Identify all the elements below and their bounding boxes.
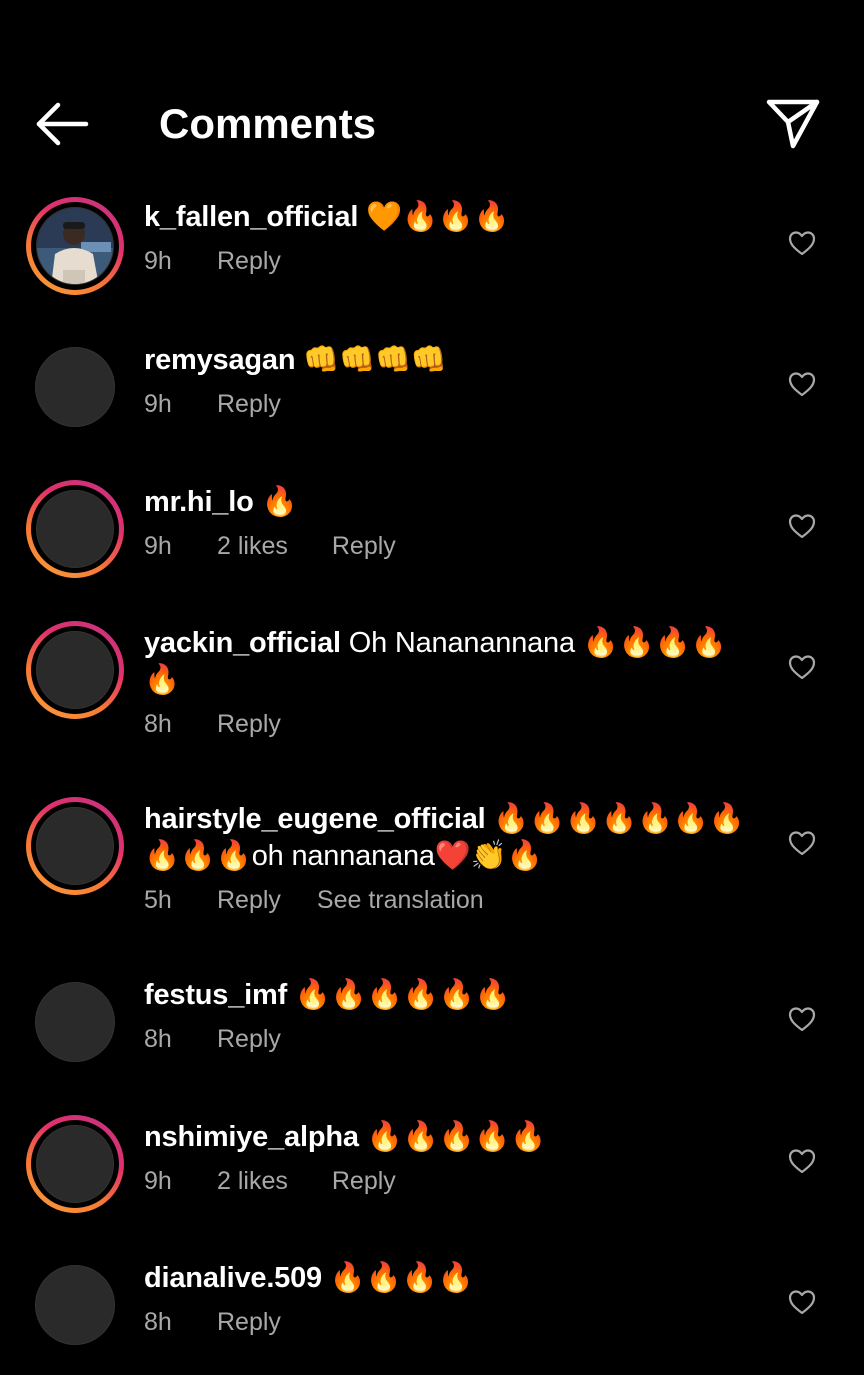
comment-time: 9h: [144, 247, 172, 275]
comment-item: dianalive.509 🔥🔥🔥🔥 8h Reply: [0, 1256, 864, 1375]
comment-body: 🧡🔥🔥🔥: [358, 201, 510, 233]
likes-count[interactable]: 2 likes: [217, 1166, 288, 1196]
comment-text: k_fallen_official 🧡🔥🔥🔥: [144, 199, 754, 236]
heart-icon[interactable]: [788, 1148, 816, 1174]
avatar[interactable]: [26, 480, 124, 578]
comment-meta: 5h Reply See translation: [144, 885, 754, 915]
comment-username[interactable]: k_fallen_official: [144, 201, 358, 233]
comment-text: nshimiye_alpha 🔥🔥🔥🔥🔥: [144, 1119, 754, 1156]
reply-button[interactable]: Reply: [217, 709, 281, 739]
comment-body: 🔥: [253, 486, 298, 518]
heart-icon[interactable]: [788, 654, 816, 680]
comment-meta: 9h Reply: [144, 389, 754, 419]
profile-photo: [35, 982, 115, 1062]
avatar[interactable]: [26, 973, 124, 1071]
comment-item: festus_imf 🔥🔥🔥🔥🔥🔥 8h Reply: [0, 973, 864, 1093]
comment-meta: 8h Reply: [144, 1307, 754, 1337]
avatar[interactable]: [26, 621, 124, 719]
comment-text: remysagan 👊👊👊👊: [144, 342, 754, 379]
comment-body: 🔥🔥🔥🔥🔥: [358, 1121, 547, 1153]
comment-text: mr.hi_lo 🔥: [144, 484, 754, 521]
profile-photo: [36, 490, 114, 568]
comment-text: festus_imf 🔥🔥🔥🔥🔥🔥: [144, 977, 754, 1014]
avatar[interactable]: [26, 1256, 124, 1354]
comment-item: yackin_official Oh Nananannana 🔥🔥🔥🔥🔥 8h R…: [0, 621, 864, 761]
comment-meta: 9h 2 likes Reply: [144, 1166, 754, 1196]
comment-username[interactable]: mr.hi_lo: [144, 486, 254, 518]
reply-button[interactable]: Reply: [217, 885, 281, 915]
comment-body: 🔥🔥🔥🔥: [321, 1262, 474, 1294]
heart-icon[interactable]: [788, 230, 816, 256]
comment-username[interactable]: dianalive.509: [144, 1262, 322, 1294]
heart-icon[interactable]: [788, 1289, 816, 1315]
comment-time: 8h: [144, 1308, 172, 1336]
reply-button[interactable]: Reply: [217, 389, 281, 419]
comment-body: 🔥🔥🔥🔥🔥🔥: [287, 979, 511, 1011]
reply-button[interactable]: Reply: [332, 531, 396, 561]
reply-button[interactable]: Reply: [217, 246, 281, 276]
reply-button[interactable]: Reply: [217, 1307, 281, 1337]
profile-photo: [35, 1265, 115, 1345]
comment-time: 9h: [144, 1167, 172, 1195]
back-button[interactable]: [30, 98, 90, 150]
comment-item: mr.hi_lo 🔥 9h 2 likes Reply: [0, 480, 864, 600]
heart-icon[interactable]: [788, 371, 816, 397]
comment-item: k_fallen_official 🧡🔥🔥🔥 9h Reply: [0, 197, 864, 317]
profile-photo: [36, 807, 114, 885]
avatar[interactable]: [26, 1115, 124, 1213]
comment-time: 9h: [144, 532, 172, 560]
see-translation-button[interactable]: See translation: [317, 885, 484, 915]
comment-time: 8h: [144, 1025, 172, 1053]
comment-time: 5h: [144, 886, 172, 914]
profile-photo-image: [37, 208, 113, 284]
profile-photo: [36, 207, 114, 285]
avatar[interactable]: [26, 197, 124, 295]
comment-meta: 9h Reply: [144, 246, 754, 276]
heart-icon[interactable]: [788, 1006, 816, 1032]
comment-meta: 9h 2 likes Reply: [144, 531, 754, 561]
page-title: Comments: [159, 100, 377, 147]
profile-photo: [35, 347, 115, 427]
comment-body: 👊👊👊👊: [295, 344, 447, 376]
comment-item: nshimiye_alpha 🔥🔥🔥🔥🔥 9h 2 likes Reply: [0, 1115, 864, 1235]
arrow-left-icon: [36, 102, 89, 146]
avatar[interactable]: [26, 797, 124, 895]
profile-photo: [36, 1125, 114, 1203]
paper-plane-icon: [766, 99, 820, 149]
comment-text: hairstyle_eugene_official 🔥🔥🔥🔥🔥🔥🔥🔥🔥🔥oh n…: [144, 801, 754, 875]
comment-item: hairstyle_eugene_official 🔥🔥🔥🔥🔥🔥🔥🔥🔥🔥oh n…: [0, 797, 864, 937]
heart-icon[interactable]: [788, 513, 816, 539]
comment-meta: 8h Reply: [144, 709, 754, 739]
comment-username[interactable]: remysagan: [144, 344, 296, 376]
heart-icon[interactable]: [788, 830, 816, 856]
avatar[interactable]: [26, 338, 124, 436]
share-button[interactable]: [764, 96, 822, 152]
comment-text: yackin_official Oh Nananannana 🔥🔥🔥🔥🔥: [144, 625, 754, 699]
comment-username[interactable]: yackin_official: [144, 627, 341, 659]
profile-photo: [36, 631, 114, 709]
comment-time: 8h: [144, 710, 172, 738]
comment-username[interactable]: festus_imf: [144, 979, 287, 1011]
comment-text: dianalive.509 🔥🔥🔥🔥: [144, 1260, 754, 1297]
likes-count[interactable]: 2 likes: [217, 531, 288, 561]
comment-time: 9h: [144, 390, 172, 418]
reply-button[interactable]: Reply: [332, 1166, 396, 1196]
reply-button[interactable]: Reply: [217, 1024, 281, 1054]
comment-meta: 8h Reply: [144, 1024, 754, 1054]
comment-item: remysagan 👊👊👊👊 9h Reply: [0, 338, 864, 458]
comment-username[interactable]: nshimiye_alpha: [144, 1121, 359, 1153]
comment-username[interactable]: hairstyle_eugene_official: [144, 803, 486, 835]
header: Comments: [0, 0, 864, 190]
